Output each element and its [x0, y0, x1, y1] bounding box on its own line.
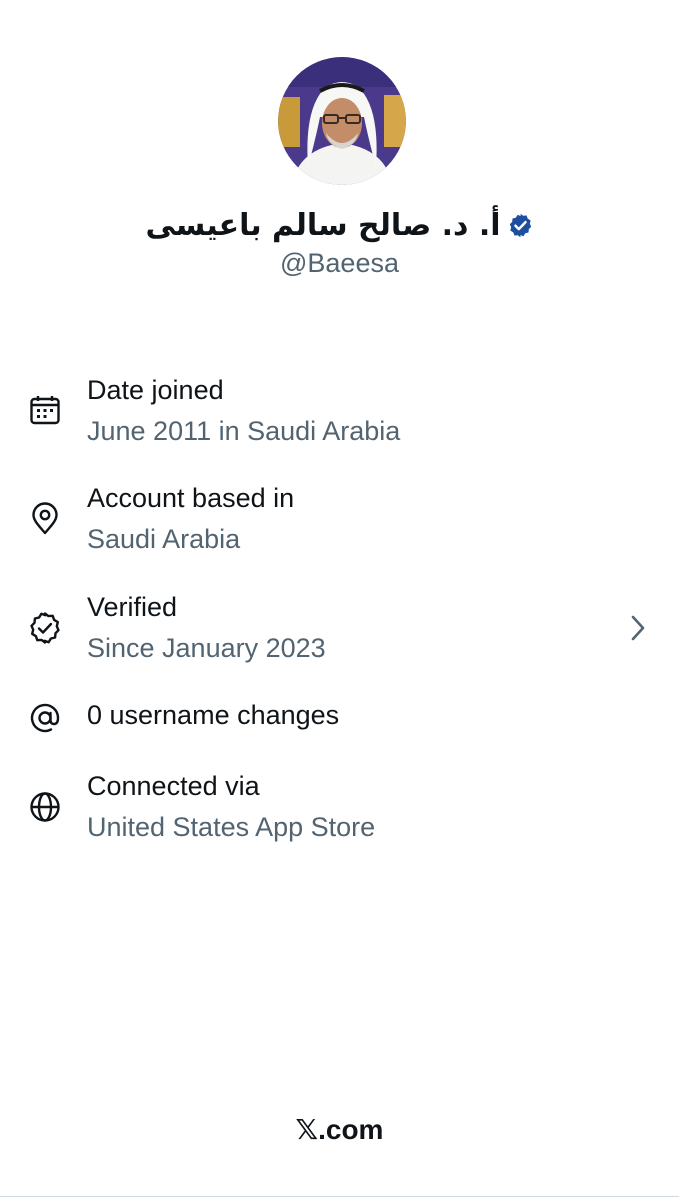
- account-info-page: أ. د. صالح سالم باعيسى @Baeesa Date join…: [0, 0, 679, 1200]
- verified-badge-icon[interactable]: [507, 212, 534, 239]
- bottom-divider: [0, 1196, 679, 1197]
- chevron-right-icon[interactable]: [624, 610, 652, 646]
- info-row-account-based-in: Account based in Saudi Arabia: [0, 481, 679, 561]
- xcom-brand-footer: 𝕏.com: [295, 1114, 384, 1145]
- info-row-date-joined: Date joined June 2011 in Saudi Arabia: [0, 373, 679, 453]
- info-subtitle: Saudi Arabia: [87, 524, 241, 554]
- info-subtitle: June 2011 in Saudi Arabia: [87, 416, 401, 446]
- verified-check-icon: [27, 610, 63, 646]
- calendar-icon: [27, 392, 63, 428]
- display-name: أ. د. صالح سالم باعيسى: [145, 207, 501, 243]
- info-title: Verified: [87, 592, 178, 622]
- info-title: Date joined: [87, 375, 224, 405]
- avatar-image: [278, 57, 406, 185]
- info-title: Account based in: [87, 483, 295, 513]
- at-sign-icon: [27, 700, 63, 736]
- info-title: Connected via: [87, 771, 260, 801]
- info-title: 0 username changes: [87, 700, 340, 730]
- info-row-verified[interactable]: Verified Since January 2023: [0, 590, 679, 670]
- info-row-username-changes: 0 username changes: [0, 698, 679, 738]
- globe-icon: [27, 789, 63, 825]
- display-name-row: أ. د. صالح سالم باعيسى: [0, 203, 679, 247]
- username-handle: @Baeesa: [280, 248, 399, 278]
- avatar[interactable]: [278, 57, 406, 185]
- info-row-connected-via: Connected via United States App Store: [0, 769, 679, 849]
- location-pin-icon: [27, 501, 63, 537]
- info-subtitle: United States App Store: [87, 812, 376, 842]
- info-subtitle: Since January 2023: [87, 633, 326, 663]
